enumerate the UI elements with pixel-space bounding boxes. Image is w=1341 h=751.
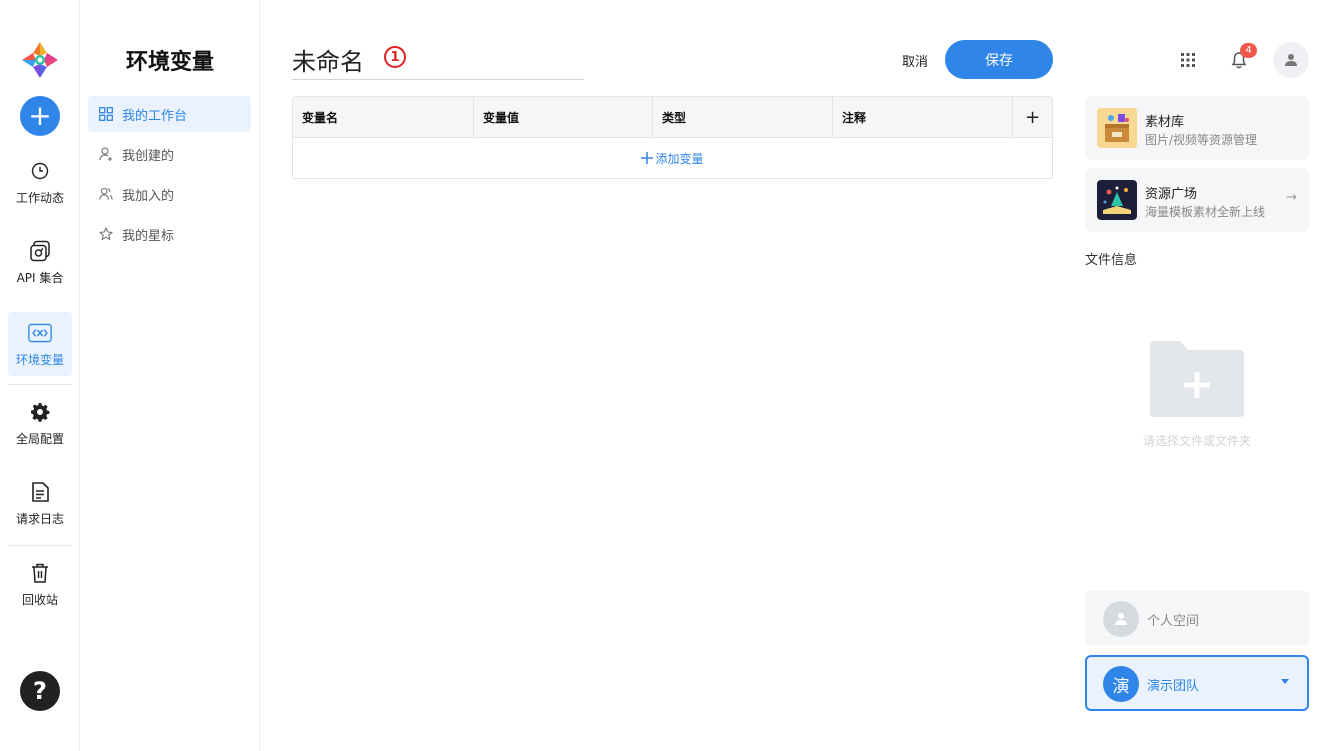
sidebar-item-label: 我加入的 <box>122 188 175 204</box>
rail-item-api-collection[interactable]: API 集合 <box>8 230 72 294</box>
team-label: 演示团队 <box>1147 679 1200 694</box>
card-title: 素材库 <box>1145 115 1185 130</box>
create-button[interactable]: + <box>20 96 60 136</box>
grid-icon <box>99 107 113 121</box>
rail-item-label: 回收站 <box>21 592 58 607</box>
secondary-sidebar: 环境变量 我的工作台 我创建的 我加入的 我的星标 <box>80 0 260 751</box>
rail-item-label: 环境变量 <box>15 352 64 367</box>
column-header-type: 类型 <box>653 97 833 138</box>
icon-rail: + 工作动态 API 集合 环境变量 全局配置 请求日志 回收站 ? <box>0 0 80 751</box>
arrow-right-icon: → <box>1286 190 1297 205</box>
rail-item-label: 请求日志 <box>15 511 64 526</box>
rail-divider <box>8 384 72 385</box>
sidebar-item-starred[interactable]: 我的星标 <box>88 216 251 252</box>
sidebar-item-created-by-me[interactable]: 我创建的 <box>88 136 251 172</box>
rail-item-env-variables[interactable]: 环境变量 <box>8 312 72 376</box>
rail-divider <box>8 545 72 546</box>
card-resource-plaza[interactable]: 资源广场 海量模板素材全新上线 → <box>1085 168 1309 232</box>
user-avatar-icon <box>1103 601 1139 637</box>
table-header: 变量名 变量值 类型 注释 + <box>293 97 1052 138</box>
add-column-button[interactable]: + <box>1013 97 1052 138</box>
rail-item-trash[interactable]: 回收站 <box>8 552 72 616</box>
environment-name-input[interactable] <box>292 40 584 80</box>
star-icon <box>99 227 113 241</box>
rail-item-global-config[interactable]: 全局配置 <box>8 391 72 455</box>
notification-badge: 4 <box>1240 43 1257 58</box>
column-header-comment: 注释 <box>833 97 1013 138</box>
api-collection-icon <box>28 239 52 263</box>
rail-item-activity[interactable]: 工作动态 <box>8 150 72 214</box>
document-icon <box>28 480 52 504</box>
sidebar-item-label: 我的工作台 <box>122 108 188 124</box>
add-variable-button[interactable]: 添加变量 <box>293 138 1052 178</box>
rail-item-request-log[interactable]: 请求日志 <box>8 471 72 535</box>
card-material-library[interactable]: 素材库 图片/视频等资源管理 <box>1085 96 1309 160</box>
personal-space-label: 个人空间 <box>1147 614 1200 629</box>
column-header-value: 变量值 <box>474 97 653 138</box>
empty-hint: 请选择文件或文件夹 <box>1142 434 1251 448</box>
resource-plaza-thumbnail-icon <box>1097 180 1137 220</box>
clock-icon <box>28 159 52 183</box>
rail-item-label: 全局配置 <box>15 431 64 446</box>
caret-down-icon <box>1281 679 1289 684</box>
help-button[interactable]: ? <box>20 671 60 711</box>
app-logo-icon[interactable] <box>19 39 61 81</box>
sidebar-item-label: 我创建的 <box>122 148 175 164</box>
user-plus-icon <box>99 147 113 161</box>
file-info-title: 文件信息 <box>1085 253 1138 268</box>
sidebar-title: 环境变量 <box>125 50 214 75</box>
team-avatar: 演 <box>1103 666 1139 702</box>
variable-icon <box>28 321 52 345</box>
card-title: 资源广场 <box>1145 187 1198 202</box>
step-marker: 1 <box>384 46 406 68</box>
rail-item-label: 工作动态 <box>15 190 64 205</box>
trash-icon <box>28 561 52 585</box>
add-variable-label: 添加变量 <box>655 151 704 166</box>
card-subtitle: 海量模板素材全新上线 <box>1145 205 1266 219</box>
plus-icon <box>641 149 654 168</box>
rail-item-label: API 集合 <box>16 270 64 285</box>
sidebar-item-my-workspace[interactable]: 我的工作台 <box>88 96 251 132</box>
cancel-button[interactable]: 取消 <box>888 48 942 72</box>
user-icon <box>1285 54 1297 66</box>
variables-table: 变量名 变量值 类型 注释 + 添加变量 <box>292 96 1053 179</box>
save-button[interactable]: 保存 <box>945 40 1053 79</box>
gear-icon <box>28 400 52 424</box>
folder-add-icon[interactable] <box>1150 341 1244 417</box>
users-icon <box>99 187 113 201</box>
sidebar-item-label: 我的星标 <box>122 228 175 244</box>
team-selector[interactable]: 演 演示团队 <box>1085 655 1309 711</box>
sidebar-item-joined[interactable]: 我加入的 <box>88 176 251 212</box>
user-avatar[interactable] <box>1273 42 1309 78</box>
material-library-thumbnail-icon <box>1097 108 1137 148</box>
apps-grid-icon[interactable] <box>1178 50 1198 70</box>
personal-space-button[interactable]: 个人空间 <box>1085 591 1309 646</box>
column-header-name: 变量名 <box>293 97 474 138</box>
card-subtitle: 图片/视频等资源管理 <box>1145 133 1258 147</box>
